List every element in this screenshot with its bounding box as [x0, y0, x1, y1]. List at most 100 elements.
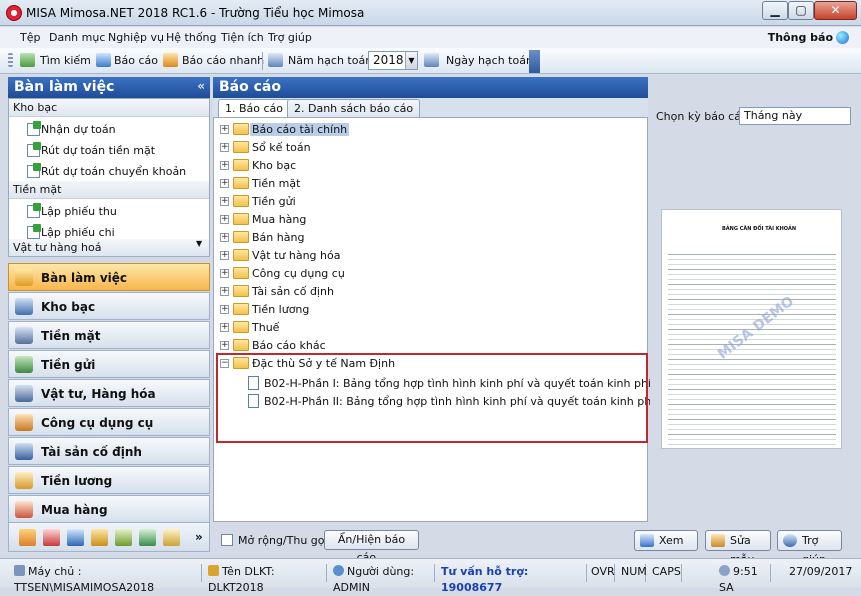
expand-icon[interactable]: + [220, 125, 229, 134]
menu-utilities[interactable]: Tiện ích [221, 31, 264, 44]
tree-node[interactable]: + Tài sản cố định [220, 284, 640, 300]
panel-splitter[interactable] [8, 256, 210, 262]
document-icon [27, 121, 41, 136]
globe-icon[interactable] [836, 31, 849, 44]
list-item[interactable]: Lập phiếu chi [27, 224, 115, 239]
nav-payroll[interactable]: Tiền lương [8, 466, 210, 494]
period-select[interactable]: Tháng này [739, 107, 851, 125]
expand-icon[interactable]: + [220, 143, 229, 152]
nav-cash[interactable]: Tiền mặt [8, 321, 210, 349]
tree-node[interactable]: + Báo cáo tài chính [220, 122, 640, 138]
checklist-icon[interactable] [139, 529, 156, 546]
tax-icon[interactable] [43, 529, 60, 546]
nav-tools[interactable]: Công cụ dụng cụ [8, 408, 210, 436]
nav-inventory[interactable]: Vật tư, Hàng hóa [8, 379, 210, 407]
posting-date-button[interactable]: Ngày hạch toán [446, 54, 533, 67]
tree-node[interactable]: + Vật tư hàng hóa [220, 248, 640, 264]
list-item[interactable]: Rút dự toán chuyển khoản [27, 163, 186, 178]
sales-icon[interactable] [19, 529, 36, 546]
budget-icon[interactable] [67, 529, 84, 546]
expand-icon[interactable]: + [220, 197, 229, 206]
tree-node-label: Bán hàng [252, 231, 305, 244]
expand-icon[interactable]: + [220, 323, 229, 332]
tree-node[interactable]: + Thuế [220, 320, 640, 336]
preview-table-line [668, 359, 836, 360]
preview-table-line [668, 269, 836, 270]
preview-table-line [668, 254, 836, 255]
tree-node[interactable]: + Sổ kế toán [220, 140, 640, 156]
expand-icon[interactable]: + [220, 161, 229, 170]
tab-report-list[interactable]: 2. Danh sách báo cáo [287, 99, 421, 117]
tree-node[interactable]: + Tiền mặt [220, 176, 640, 192]
tree-node[interactable]: + Kho bạc [220, 158, 640, 174]
preview-table-line [668, 399, 836, 400]
scroll-down-icon[interactable]: ▼ [196, 239, 202, 248]
folder-icon [233, 285, 249, 297]
nav-purchasing[interactable]: Mua hàng [8, 495, 210, 523]
toolbar-overflow-button[interactable] [529, 50, 540, 73]
tree-node[interactable]: + Tiền gửi [220, 194, 640, 210]
tree-node[interactable]: + Báo cáo khác [220, 338, 640, 354]
quick-report-button[interactable]: Báo cáo nhanh [182, 54, 264, 67]
more-icon[interactable]: » [195, 530, 203, 544]
minimize-button[interactable]: ▁ [762, 1, 788, 20]
preview-table-line [668, 339, 836, 340]
toggle-reports-button[interactable]: Ẩn/Hiện báo cáo... [324, 530, 419, 564]
preview-table-line [668, 309, 836, 310]
expand-icon[interactable]: + [220, 233, 229, 242]
report-button[interactable]: Báo cáo [114, 54, 158, 67]
menu-help[interactable]: Trợ giúp [268, 31, 312, 44]
tree-node[interactable]: + Tiền lương [220, 302, 640, 318]
collapse-icon[interactable]: « [197, 79, 205, 93]
menu-operations[interactable]: Nghiệp vụ [108, 31, 164, 44]
expand-icon[interactable]: + [220, 341, 229, 350]
tree-node[interactable]: + Công cụ dụng cụ [220, 266, 640, 282]
highlight-box [216, 353, 648, 443]
settings-icon[interactable] [91, 529, 108, 546]
group-header[interactable]: Kho bạc [9, 99, 209, 117]
group-header[interactable]: Tiền mặt [9, 181, 209, 199]
expand-icon[interactable]: + [220, 287, 229, 296]
group-header[interactable]: Vật tư hàng hoá [9, 239, 209, 257]
expand-icon[interactable]: + [220, 179, 229, 188]
list-item[interactable]: Rút dự toán tiền mặt [27, 142, 155, 157]
expand-icon[interactable]: + [220, 305, 229, 314]
folder-icon [233, 141, 249, 153]
status-date: 27/09/2017 [789, 565, 853, 578]
maximize-button[interactable]: ▢ [788, 1, 814, 20]
folder-icon [233, 123, 249, 135]
expand-icon[interactable]: + [220, 215, 229, 224]
list-item[interactable]: Lập phiếu thu [27, 203, 117, 218]
expand-icon[interactable]: + [220, 269, 229, 278]
menu-file[interactable]: Tệp [20, 31, 40, 44]
tree-node[interactable]: + Bán hàng [220, 230, 640, 246]
status-support: Tư vấn hỗ trợ: 19008677 [437, 564, 587, 594]
status-ovr: OVR [587, 564, 615, 582]
chevron-down-icon[interactable]: ▼ [405, 52, 417, 69]
preview-table-line [668, 384, 836, 385]
list-item[interactable]: Nhận dự toán [27, 121, 116, 136]
tab-reports[interactable]: 1. Báo cáo [218, 99, 291, 117]
search-button[interactable]: Tìm kiếm [40, 54, 91, 67]
edit-template-button[interactable]: Sửa mẫu [705, 530, 771, 566]
books-icon[interactable] [115, 529, 132, 546]
close-button[interactable]: ✕ [814, 1, 857, 20]
menu-system[interactable]: Hệ thống [166, 31, 217, 44]
help-button[interactable]: Trợ giúp [777, 530, 842, 566]
nav-deposit[interactable]: Tiền gửi [8, 350, 210, 378]
tree-node[interactable]: + Mua hàng [220, 212, 640, 228]
nav-desk[interactable]: Bàn làm việc [8, 263, 210, 291]
preview-table-line [668, 314, 836, 315]
wizard-icon[interactable] [163, 529, 180, 546]
preview-table-line [668, 299, 836, 300]
nav-treasury[interactable]: Kho bạc [8, 292, 210, 320]
expand-checkbox[interactable] [221, 534, 233, 546]
preview-table-line [668, 439, 836, 440]
view-button[interactable]: Xem [634, 530, 698, 551]
menu-catalog[interactable]: Danh mục [49, 31, 105, 44]
cash-icon [15, 327, 33, 344]
server-icon [14, 565, 25, 576]
expand-icon[interactable]: + [220, 251, 229, 260]
notice-link[interactable]: Thông báo [768, 31, 833, 44]
nav-fixed-assets[interactable]: Tài sản cố định [8, 437, 210, 465]
